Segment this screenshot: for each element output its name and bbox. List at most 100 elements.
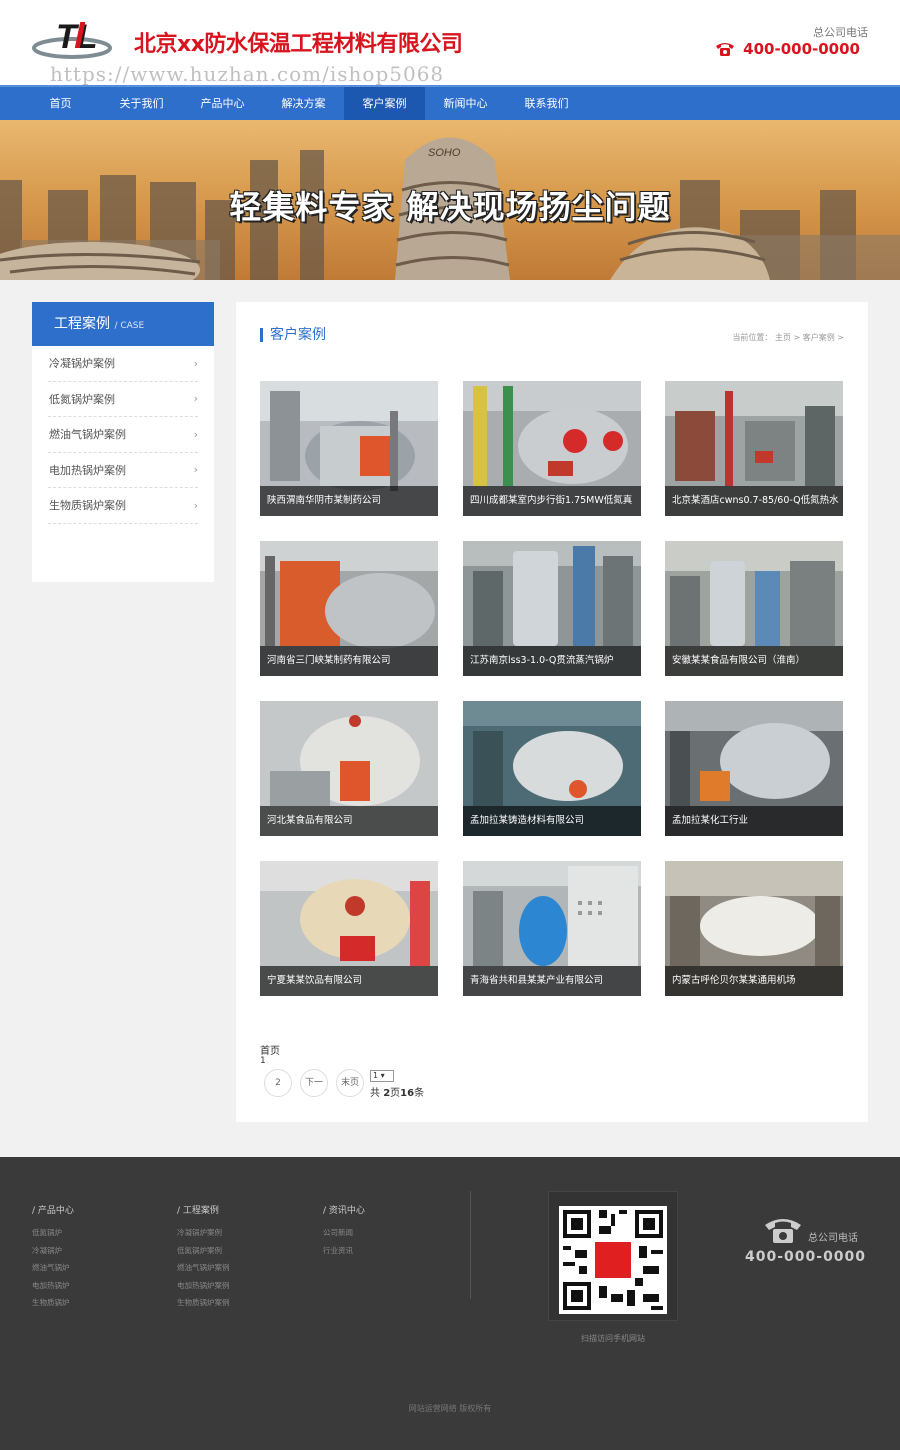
pagination-first[interactable]: 首页 <box>260 1042 280 1057</box>
hotline-label: 总公司电话 <box>813 26 868 39</box>
case-card[interactable]: 四川成都某室内步行街1.75MW低氮真 <box>463 381 641 516</box>
pagination-next[interactable]: 下一 <box>300 1069 328 1097</box>
hotline-number: 400-000-0000 <box>743 40 860 58</box>
svg-text:SOHO: SOHO <box>428 147 461 159</box>
chevron-right-icon: › <box>193 356 198 370</box>
sidebar-item-electric[interactable]: 电加热锅炉案例 › <box>48 453 198 488</box>
breadcrumb: 当前位置： 主页 > 客户案例 > <box>732 333 844 342</box>
pagination-total: 共 2页16条 <box>370 1084 424 1099</box>
footer-link[interactable]: 生物质锅炉案例 <box>177 1294 230 1312</box>
case-card[interactable]: 河北某食品有限公司 <box>260 701 438 836</box>
total-items-unit: 条 <box>414 1088 425 1099</box>
qr-code-frame <box>548 1191 678 1321</box>
page-title: 客户案例 <box>260 328 326 342</box>
nav-item-about[interactable]: 关于我们 <box>101 87 182 120</box>
site-footer: / 产品中心 低氮锅炉 冷凝锅炉 燃油气锅炉 电加热锅炉 生物质锅炉 / 工程案… <box>0 1157 900 1450</box>
main-nav: 首页 关于我们 产品中心 解决方案 客户案例 新闻中心 联系我们 <box>0 85 900 120</box>
nav-item-solutions[interactable]: 解决方案 <box>263 87 344 120</box>
footer-link[interactable]: 生物质锅炉 <box>32 1294 74 1312</box>
sidebar-title: 工程案例 <box>54 316 110 332</box>
sidebar-title-en: / CASE <box>114 321 145 331</box>
svg-text:TL: TL <box>56 18 98 56</box>
site-header: TL 北京xx防水保温工程材料有限公司 https://www.huzhan.c… <box>0 0 900 86</box>
page-select[interactable]: 1 ▾ <box>370 1070 394 1082</box>
sidebar-item-condensing[interactable]: 冷凝锅炉案例 › <box>48 346 198 382</box>
company-logo[interactable]: TL <box>32 14 114 60</box>
case-caption: 孟加拉某化工行业 <box>665 806 843 836</box>
case-card[interactable]: 孟加拉某铸造材料有限公司 <box>463 701 641 836</box>
chevron-right-icon: › <box>193 392 198 406</box>
footer-link[interactable]: 低氮锅炉 <box>32 1224 74 1242</box>
case-card[interactable]: 青海省共和县某某产业有限公司 <box>463 861 641 996</box>
sidebar-list: 冷凝锅炉案例 › 低氮锅炉案例 › 燃油气锅炉案例 › 电加热锅炉案例 › 生物质锅炉案… <box>32 346 214 524</box>
case-card[interactable]: 河南省三门峡某制药有限公司 <box>260 541 438 676</box>
case-card[interactable]: 江苏南京lss3-1.0-Q贯流蒸汽锅炉 <box>463 541 641 676</box>
sidebar-header: 工程案例 / CASE <box>32 302 214 346</box>
case-caption: 青海省共和县某某产业有限公司 <box>463 966 641 996</box>
footer-products-column: / 产品中心 低氮锅炉 冷凝锅炉 燃油气锅炉 电加热锅炉 生物质锅炉 <box>32 1203 74 1312</box>
footer-link[interactable]: 公司新闻 <box>323 1224 365 1242</box>
case-list-panel: 客户案例 当前位置： 主页 > 客户案例 > 陕西渭南华阴市某制药公司 四川成都… <box>236 302 868 1122</box>
footer-link[interactable]: 电加热锅炉 <box>32 1277 74 1295</box>
case-card[interactable]: 内蒙古呼伦贝尔某某通用机场 <box>665 861 843 996</box>
case-caption: 内蒙古呼伦贝尔某某通用机场 <box>665 966 843 996</box>
pagination-page-2[interactable]: 2 <box>264 1069 292 1097</box>
phone-icon <box>716 43 735 56</box>
chevron-down-icon: ▾ <box>380 1071 385 1080</box>
case-card[interactable]: 陕西渭南华阴市某制药公司 <box>260 381 438 516</box>
company-name: 北京xx防水保温工程材料有限公司 <box>134 32 463 57</box>
footer-link[interactable]: 冷凝锅炉案例 <box>177 1224 230 1242</box>
footer-link[interactable]: 行业资讯 <box>323 1242 365 1260</box>
footer-phone-number: 400-000-0000 <box>745 1249 867 1265</box>
nav-item-cases[interactable]: 客户案例 <box>344 87 425 120</box>
sidebar-item-label: 冷凝锅炉案例 <box>49 357 115 371</box>
page-select-value: 1 <box>373 1071 379 1080</box>
footer-link[interactable]: 电加热锅炉案例 <box>177 1277 230 1295</box>
case-card[interactable]: 孟加拉某化工行业 <box>665 701 843 836</box>
case-caption: 孟加拉某铸造材料有限公司 <box>463 806 641 836</box>
case-caption: 河北某食品有限公司 <box>260 806 438 836</box>
chevron-right-icon: › <box>193 427 198 441</box>
nav-item-home[interactable]: 首页 <box>20 87 101 120</box>
sidebar-item-oil-gas[interactable]: 燃油气锅炉案例 › <box>48 417 198 453</box>
case-category-sidebar: 工程案例 / CASE 冷凝锅炉案例 › 低氮锅炉案例 › 燃油气锅炉案例 › 电加热… <box>32 302 214 582</box>
case-card[interactable]: 宁夏某某饮品有限公司 <box>260 861 438 996</box>
hero-banner: SOHO 轻集料专家 解决现场扬尘问题 <box>0 120 900 280</box>
footer-cases-column: / 工程案例 冷凝锅炉案例 低氮锅炉案例 燃油气锅炉案例 电加热锅炉案例 生物质… <box>177 1203 230 1312</box>
case-card[interactable]: 北京某酒店cwns0.7-85/60-Q低氮热水 <box>665 381 843 516</box>
footer-column-title: / 工程案例 <box>177 1206 219 1216</box>
footer-link[interactable]: 低氮锅炉案例 <box>177 1242 230 1260</box>
nav-item-products[interactable]: 产品中心 <box>182 87 263 120</box>
case-caption: 河南省三门峡某制药有限公司 <box>260 646 438 676</box>
footer-phone-label: 总公司电话 <box>808 1233 858 1244</box>
case-caption: 安徽某某食品有限公司（淮南） <box>665 646 843 676</box>
footer-column-title: / 产品中心 <box>32 1206 74 1216</box>
qr-code-icon <box>559 1206 667 1314</box>
sidebar-item-biomass[interactable]: 生物质锅炉案例 › <box>48 488 198 524</box>
hotline: 400-000-0000 <box>715 40 860 58</box>
footer-link[interactable]: 燃油气锅炉案例 <box>177 1259 230 1277</box>
total-prefix: 共 <box>370 1088 380 1099</box>
sidebar-item-low-nitrogen[interactable]: 低氮锅炉案例 › <box>48 382 198 417</box>
sidebar-item-label: 电加热锅炉案例 <box>49 463 126 477</box>
case-caption: 北京某酒店cwns0.7-85/60-Q低氮热水 <box>665 486 843 516</box>
qr-code-label: 扫描访问手机网站 <box>581 1334 645 1343</box>
footer-link[interactable]: 燃油气锅炉 <box>32 1259 74 1277</box>
sidebar-item-label: 生物质锅炉案例 <box>49 499 126 513</box>
total-items: 16 <box>400 1088 415 1099</box>
pagination: 首页 1 2 下一 末页 1 ▾ 共 2页16条 <box>260 1042 560 1112</box>
pagination-last[interactable]: 末页 <box>336 1069 364 1097</box>
footer-link[interactable]: 冷凝锅炉 <box>32 1242 74 1260</box>
watermark-url: https://www.huzhan.com/ishop5068 <box>50 62 445 86</box>
chevron-right-icon: › <box>193 498 198 512</box>
pagination-current: 1 <box>260 1056 266 1066</box>
footer-divider <box>470 1191 471 1299</box>
case-caption: 宁夏某某饮品有限公司 <box>260 966 438 996</box>
sidebar-item-label: 燃油气锅炉案例 <box>49 428 126 442</box>
footer-column-title: / 资讯中心 <box>323 1206 365 1216</box>
phone-icon <box>765 1219 801 1243</box>
nav-item-news[interactable]: 新闻中心 <box>425 87 506 120</box>
nav-item-contact[interactable]: 联系我们 <box>506 87 587 120</box>
copyright: 网站运营网络 版权所有 <box>408 1404 492 1413</box>
case-card[interactable]: 安徽某某食品有限公司（淮南） <box>665 541 843 676</box>
